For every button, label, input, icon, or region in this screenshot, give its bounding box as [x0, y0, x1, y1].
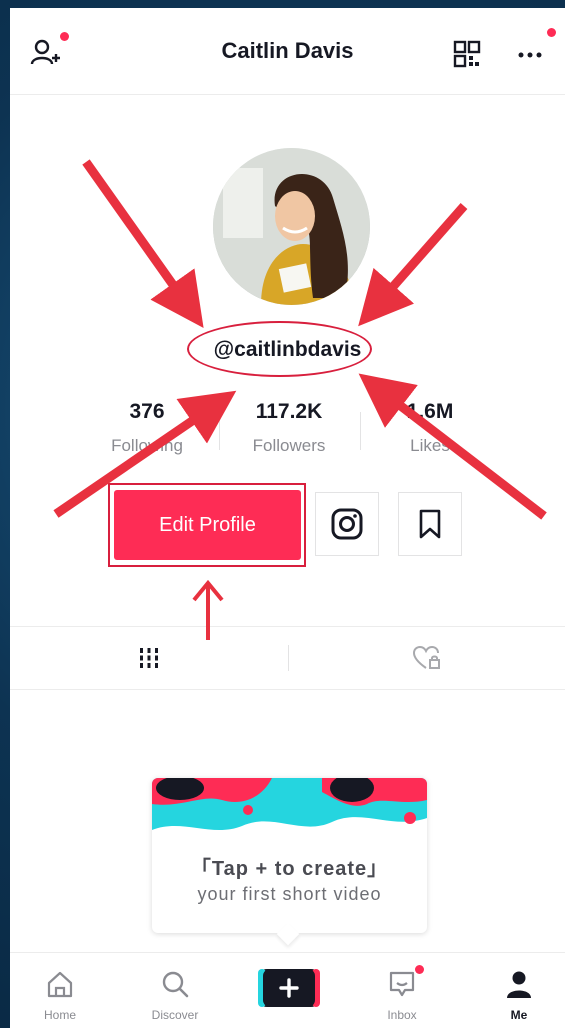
favorites-button[interactable]	[398, 492, 462, 556]
handle-highlight-ellipse	[187, 321, 372, 377]
qr-code-icon[interactable]	[453, 40, 483, 70]
nav-home[interactable]: Home	[20, 953, 100, 1028]
create-button[interactable]	[258, 969, 320, 1007]
create-prompt-card[interactable]: 「Tap + to create」 your first short video	[152, 778, 427, 933]
nav-inbox-label: Inbox	[387, 1008, 417, 1022]
instagram-button[interactable]	[315, 492, 379, 556]
likes-label: Likes	[410, 436, 450, 455]
nav-me-label: Me	[510, 1008, 528, 1022]
following-count[interactable]: 376	[77, 400, 217, 424]
followers-count[interactable]: 117.2K	[219, 400, 359, 424]
top-bar: Caitlin Davis	[10, 8, 565, 95]
search-icon	[162, 971, 189, 998]
bookmark-icon	[419, 509, 441, 539]
likes-count[interactable]: 1.6M	[360, 400, 500, 424]
grid-icon	[139, 648, 158, 668]
card-artwork	[152, 778, 427, 840]
plus-icon	[258, 969, 320, 1007]
tab-videos[interactable]	[10, 627, 287, 689]
avatar[interactable]	[213, 148, 370, 305]
phone-screen: Caitlin Davis @caitlinbdavis 376 Followi…	[10, 8, 565, 1028]
bottom-nav: Home Discover Inbox Me	[10, 952, 565, 1028]
nav-me[interactable]: Me	[479, 953, 559, 1028]
home-icon	[47, 971, 73, 998]
edit-profile-button[interactable]: Edit Profile	[114, 490, 301, 560]
create-prompt-title: 「Tap + to create」	[190, 858, 389, 880]
nav-inbox[interactable]: Inbox	[362, 953, 442, 1028]
tab-liked[interactable]	[288, 627, 565, 689]
nav-discover[interactable]: Discover	[135, 953, 215, 1028]
instagram-icon	[331, 508, 363, 540]
liked-locked-icon	[412, 645, 440, 669]
content-tabs	[10, 626, 565, 690]
followers-label: Followers	[252, 436, 326, 455]
inbox-icon	[389, 971, 415, 997]
nav-home-label: Home	[43, 1008, 76, 1022]
following-label: Following	[111, 436, 183, 455]
nav-discover-label: Discover	[151, 1008, 199, 1022]
create-prompt-subtitle: your first short video	[197, 884, 382, 904]
person-icon	[507, 971, 531, 998]
more-dots-icon[interactable]	[516, 28, 556, 66]
